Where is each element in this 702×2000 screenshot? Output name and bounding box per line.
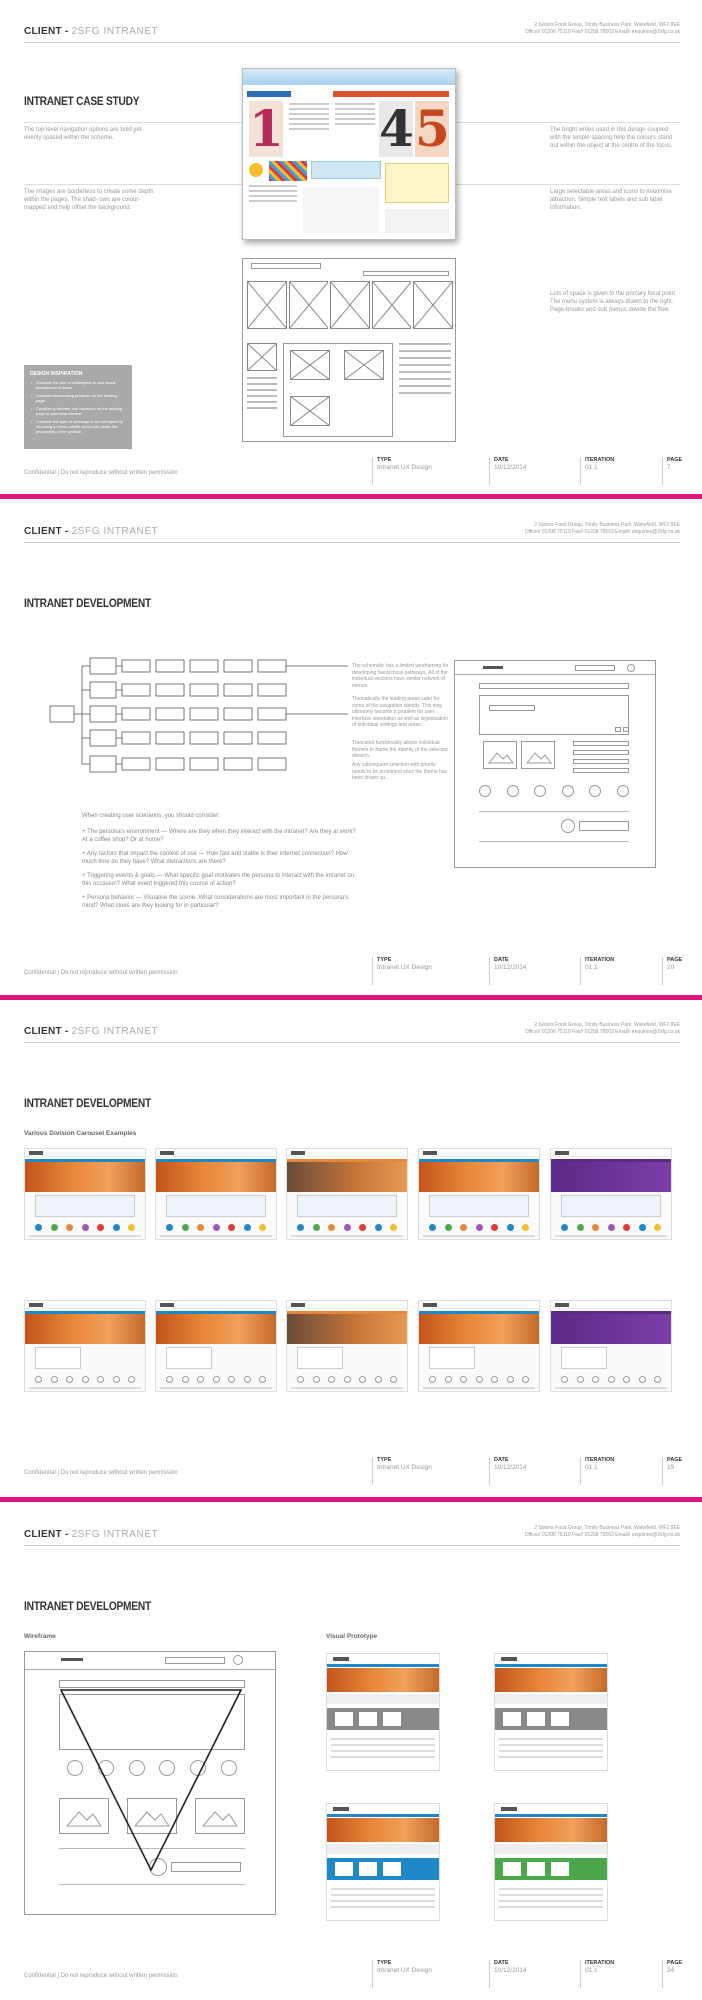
page-separator — [0, 1497, 702, 1502]
contact-address: 2 Sisters Food Group, Trinity Business P… — [524, 1525, 680, 1538]
placeholder-image — [344, 350, 384, 380]
schematic-note: Any subsequent selection with priority n… — [352, 762, 448, 781]
placeholder-image — [290, 396, 330, 426]
page-footer: Confidential | Do not reproduce without … — [0, 1953, 702, 1993]
inspiration-title: DESIGN INSPIRATION — [30, 371, 83, 377]
client-header: CLIENT -2SFG INTRANET — [24, 1026, 159, 1037]
placeholder-image — [371, 281, 412, 329]
carousel-thumbnail — [155, 1148, 277, 1240]
page-title: INTRANET CASE STUDY — [24, 94, 140, 108]
placeholder-image — [247, 281, 287, 329]
note-focal-point: Lots of space is given to the primary fo… — [550, 291, 677, 313]
note-colours: The bright writes used in this design co… — [550, 127, 673, 149]
client-header: CLIENT -2SFG INTRANET — [24, 526, 159, 537]
prototype-label: Visual Prototype — [326, 1633, 378, 1640]
scenario-item: + Persona behavior — Visualise the scene… — [82, 895, 349, 909]
carousel-thumbnail — [286, 1300, 408, 1392]
note-navigation: The top level navigation options are bol… — [24, 127, 142, 141]
placeholder-image — [330, 281, 370, 329]
confidential-notice: Confidential | Do not reproduce without … — [24, 970, 178, 976]
contact-address: 2 Sisters Food Group, Trinity Business P… — [524, 522, 680, 535]
visual-prototype — [494, 1803, 608, 1921]
page-title: INTRANET DEVELOPMENT — [24, 1096, 151, 1110]
wireframe-with-focus-triangle — [24, 1651, 276, 1915]
scenario-item: + The persona's environment — Where are … — [82, 829, 356, 843]
contact-address: 2 Sisters Food Group, Trinity Business P… — [524, 22, 680, 35]
note-images: The images are borderless to create some… — [24, 189, 154, 211]
carousel-thumbnail — [418, 1300, 540, 1392]
inspiration-item: Consider the use of whitespace to add vi… — [30, 380, 126, 390]
division-carousel-page: CLIENT -2SFG INTRANET 2 Sisters Food Gro… — [0, 1000, 702, 1496]
placeholder-image — [246, 342, 278, 372]
sitemap-diagram — [49, 657, 348, 773]
confidential-notice: Confidential | Do not reproduce without … — [24, 470, 178, 476]
carousel-thumbnail — [550, 1148, 672, 1240]
design-inspiration-box: DESIGN INSPIRATION Consider the use of w… — [24, 365, 132, 449]
header-rule — [24, 42, 680, 43]
visual-prototype — [326, 1653, 440, 1771]
page-title: INTRANET DEVELOPMENT — [24, 1599, 151, 1613]
scenario-item: + Any factors that impact the context of… — [82, 851, 348, 865]
carousel-thumbnail — [286, 1148, 408, 1240]
placeholder-image — [290, 350, 330, 380]
section-subtitle: Various Division Carousel Examples — [24, 1130, 137, 1137]
page-footer: Confidential | Do not reproduce without … — [0, 950, 702, 990]
contact-address: 2 Sisters Food Group, Trinity Business P… — [524, 1022, 680, 1035]
image-placeholder-icon — [521, 741, 555, 769]
image-placeholder-icon — [483, 741, 517, 769]
inspiration-item: Consider showcasing products on the land… — [30, 393, 126, 403]
carousel-thumbnail — [418, 1148, 540, 1240]
page-title: INTRANET DEVELOPMENT — [24, 596, 151, 610]
page-footer: Confidential | Do not reproduce without … — [0, 1450, 702, 1490]
wireframe-prototype-page: CLIENT -2SFG INTRANET 2 Sisters Food Gro… — [0, 1503, 702, 2000]
page-footer: Confidential | Do not reproduce without … — [0, 450, 702, 490]
page-separator — [0, 494, 702, 499]
confidential-notice: Confidential | Do not reproduce without … — [24, 1470, 178, 1476]
client-header: CLIENT -2SFG INTRANET — [24, 26, 159, 37]
development-page-structure: CLIENT -2SFG INTRANET 2 Sisters Food Gro… — [0, 500, 702, 994]
confidential-notice: Confidential | Do not reproduce without … — [24, 1973, 178, 1979]
carousel-thumbnail — [155, 1300, 277, 1392]
inspiration-item: Consider the type of message to be conve… — [30, 419, 126, 434]
client-header: CLIENT -2SFG INTRANET — [24, 1529, 159, 1540]
scenario-item: + Triggering events & goals — What speci… — [82, 873, 354, 887]
hero-number-5: 5 — [415, 99, 450, 158]
case-study-page: CLIENT -2SFG INTRANET 2 Sisters Food Gro… — [0, 0, 702, 498]
schematic-note: Truncated functionality allows individua… — [352, 740, 448, 759]
note-icons: Large selectable areas and icons to maxi… — [550, 189, 672, 211]
hero-number-1: 1 — [249, 99, 284, 158]
placeholder-image — [413, 281, 453, 329]
scenario-intro: When creating user scenarios, you should… — [82, 813, 220, 819]
homepage-wireframe — [454, 660, 656, 868]
header-rule — [24, 542, 680, 543]
placeholder-image — [288, 281, 329, 329]
wireframe-label: Wireframe — [24, 1633, 56, 1640]
case-study-wireframe — [242, 258, 456, 442]
schematic-note: The schematic has a limited wireframing … — [352, 663, 449, 689]
visual-prototype — [494, 1653, 608, 1771]
hero-number-4: 4 — [379, 99, 414, 158]
intranet-screenshot: 1 4 5 — [242, 68, 456, 240]
schematic-note: Thematically the leading areas cater for… — [352, 696, 448, 728]
visual-prototype — [326, 1803, 440, 1921]
carousel-thumbnail — [24, 1300, 146, 1392]
carousel-thumbnail — [550, 1300, 672, 1392]
carousel-thumbnail — [24, 1148, 146, 1240]
header-rule — [24, 1545, 680, 1546]
inspiration-item: Consider a discrete and balanced on the … — [30, 406, 126, 416]
focus-triangle — [59, 1689, 243, 1872]
header-rule — [24, 1042, 680, 1043]
